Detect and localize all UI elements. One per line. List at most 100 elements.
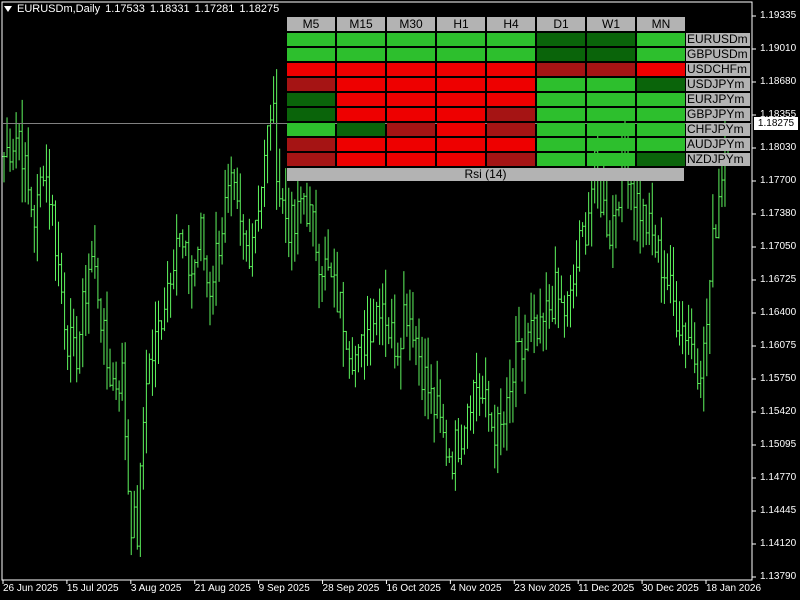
timeframe-header-d1: D1	[537, 17, 585, 31]
price-bar	[326, 229, 330, 271]
price-bar	[256, 185, 260, 232]
price-bar	[381, 283, 385, 346]
price-bar	[75, 316, 79, 383]
price-bar	[72, 308, 76, 357]
low-price: 1.17281	[194, 3, 235, 15]
price-bar	[544, 272, 548, 350]
timeframe-header-m30: M30	[387, 17, 435, 31]
price-bar	[211, 265, 215, 315]
price-bar	[8, 128, 12, 172]
price-bar	[447, 448, 451, 463]
price-bar	[232, 169, 236, 201]
timeframe-header-h1: H1	[437, 17, 485, 31]
price-bar	[302, 193, 306, 215]
price-bar	[50, 194, 54, 226]
price-bar	[35, 174, 39, 262]
rsi-cell	[387, 138, 435, 151]
price-bar	[644, 204, 648, 246]
price-bar	[147, 353, 151, 385]
price-bar	[556, 267, 560, 329]
price-bar	[320, 266, 324, 303]
price-bar	[293, 199, 297, 262]
price-bar	[517, 306, 521, 343]
rsi-cell	[637, 93, 685, 106]
rsi-cell	[437, 63, 485, 76]
price-bar	[253, 219, 257, 254]
price-bar	[481, 375, 485, 404]
price-bar	[132, 490, 136, 539]
timeframe-header-w1: W1	[587, 17, 635, 31]
price-bar	[720, 163, 724, 208]
price-bar	[502, 411, 506, 448]
dropdown-triangle-icon[interactable]	[4, 6, 12, 12]
price-label: 1.17050	[760, 241, 797, 252]
date-label: 26 Jun 2025	[3, 583, 59, 594]
rsi-cell	[337, 123, 385, 136]
price-bar	[220, 217, 224, 265]
price-bar	[453, 420, 457, 491]
price-bar	[490, 412, 494, 432]
price-label: 1.16725	[760, 274, 797, 285]
price-label: 1.15420	[760, 406, 797, 417]
price-bar	[90, 240, 94, 273]
price-bar	[350, 337, 354, 375]
price-bar	[329, 262, 333, 278]
price-bar	[581, 222, 585, 237]
rsi-cell	[337, 153, 385, 166]
price-bar	[532, 294, 536, 354]
price-bar	[105, 291, 109, 390]
price-bar	[708, 279, 712, 354]
pair-label-chfjpym: CHFJPYm	[686, 123, 750, 136]
rsi-cell	[637, 33, 685, 46]
price-bar	[475, 352, 479, 422]
rsi-cell	[587, 138, 635, 151]
open-price: 1.17533	[105, 3, 145, 15]
price-bar	[332, 248, 336, 308]
rsi-cell	[487, 78, 535, 91]
price-bar	[126, 419, 130, 495]
price-bar	[163, 287, 167, 332]
rsi-cell	[437, 93, 485, 106]
price-bar	[699, 360, 703, 399]
price-bar	[175, 214, 179, 296]
price-bar	[47, 149, 51, 230]
price-bar	[114, 361, 118, 400]
price-bar	[472, 379, 476, 434]
price-bar	[469, 395, 473, 431]
rsi-cell	[537, 63, 585, 76]
price-bar	[572, 264, 576, 309]
date-label: 23 Nov 2025	[514, 583, 571, 594]
price-bar	[662, 250, 666, 304]
timeframe-header-m15: M15	[337, 17, 385, 31]
price-bar	[417, 318, 421, 386]
price-bar	[193, 259, 197, 287]
price-bar	[696, 348, 700, 390]
price-bar	[641, 198, 645, 248]
price-bar	[390, 298, 394, 349]
price-bar	[578, 220, 582, 272]
pair-label-gbpusdm: GBPUSDm	[686, 48, 750, 61]
rsi-cell	[537, 153, 585, 166]
pair-label-eurusdm: EURUSDm	[686, 33, 750, 46]
timeframe-header-m5: M5	[287, 17, 335, 31]
price-bar	[438, 379, 442, 433]
price-bar	[308, 186, 312, 233]
chart-window[interactable]: EURUSDm,Daily 1.17533 1.18331 1.17281 1.…	[0, 0, 800, 600]
rsi-cell	[437, 138, 485, 151]
price-bar	[414, 326, 418, 366]
price-bar	[11, 138, 15, 171]
price-bar	[656, 235, 660, 263]
price-bar	[129, 490, 133, 556]
price-bar	[338, 291, 342, 319]
price-bar	[450, 451, 454, 480]
price-bar	[514, 316, 518, 408]
rsi-cell	[537, 33, 585, 46]
rsi-cell	[437, 48, 485, 61]
price-bar	[375, 301, 379, 336]
price-bar	[156, 300, 160, 364]
rsi-cell	[487, 108, 535, 121]
price-bar	[111, 362, 115, 391]
price-bar	[160, 320, 164, 340]
rsi-cell	[287, 93, 335, 106]
pair-label-nzdjpym: NZDJPYm	[686, 153, 750, 166]
